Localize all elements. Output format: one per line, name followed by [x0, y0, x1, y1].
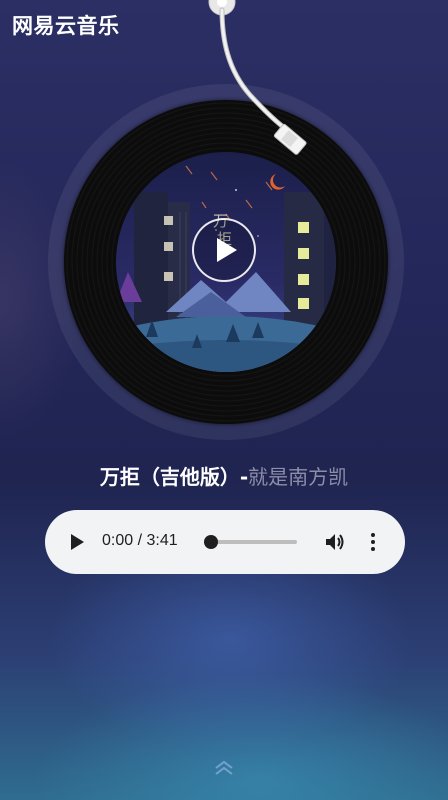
- play-button[interactable]: [192, 218, 256, 282]
- audio-player: 0:00 / 3:41: [45, 510, 405, 574]
- song-separator: -: [239, 465, 249, 489]
- vertical-dots-icon[interactable]: [363, 530, 383, 554]
- play-triangle-icon[interactable]: [67, 532, 87, 552]
- tonearm: [208, 0, 307, 155]
- play-icon: [217, 238, 237, 262]
- double-chevron-up-icon[interactable]: [212, 758, 236, 778]
- song-artist: 就是南方凯: [248, 465, 349, 489]
- song-title: 万拒（吉他版）: [99, 465, 240, 489]
- speaker-icon[interactable]: [323, 530, 347, 554]
- progress-thumb[interactable]: [204, 535, 218, 549]
- song-info: 万拒（吉他版）-就是南方凯: [0, 461, 448, 490]
- time-display: 0:00 / 3:41: [102, 532, 178, 549]
- progress-track[interactable]: [211, 540, 297, 544]
